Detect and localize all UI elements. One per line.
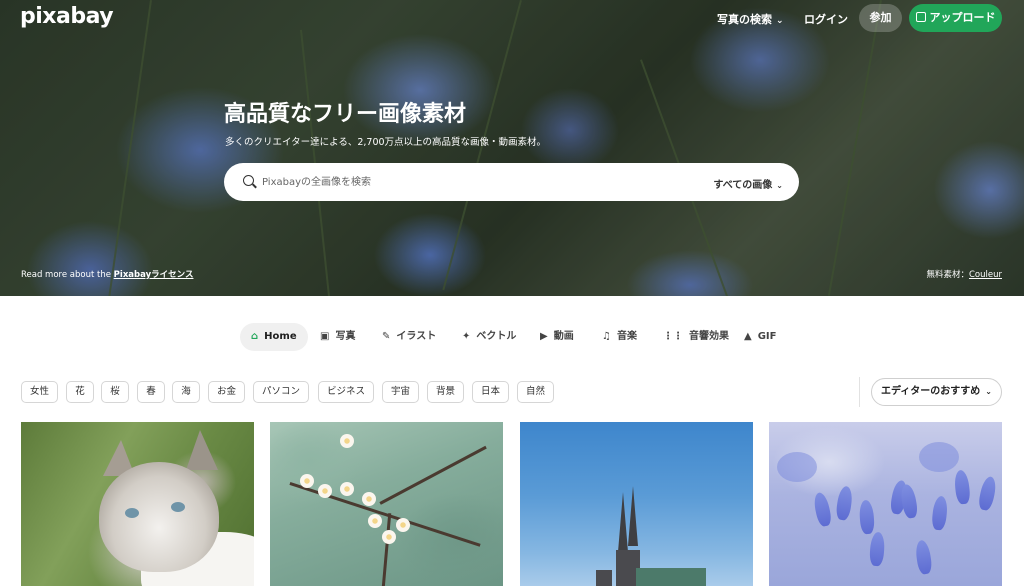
credit-prefix: 無料素材：	[926, 270, 969, 280]
explore-menu[interactable]: 写真の検索 ⌄	[717, 11, 784, 27]
search-bar: すべての画像⌄	[224, 163, 799, 201]
license-link[interactable]: Pixabayライセンス	[114, 270, 194, 280]
tab-sound-effects[interactable]: ⋮⋮ 音響効果	[663, 323, 729, 351]
tag-chip[interactable]: 日本	[472, 381, 509, 403]
tag-chip[interactable]: ビジネス	[318, 381, 374, 403]
hero-banner: pixabay 写真の検索 ⌄ ログイン 参加 アップロード 高品質なフリー画像素…	[0, 0, 1024, 296]
sort-dropdown[interactable]: エディターのおすすめ ⌄	[871, 378, 1002, 406]
chevron-down-icon: ⌄	[985, 387, 992, 396]
tag-chip[interactable]: お金	[208, 381, 245, 403]
explore-label: 写真の検索	[717, 13, 772, 26]
tag-chip[interactable]: 桜	[101, 381, 129, 403]
search-scope-dropdown[interactable]: すべての画像 ⌄	[713, 176, 783, 191]
tag-chip[interactable]: パソコン	[253, 381, 309, 403]
tab-videos[interactable]: ▶ 動画	[540, 323, 574, 351]
camera-icon: ▣	[320, 331, 330, 342]
search-icon	[243, 175, 254, 186]
upload-label: アップロード	[929, 11, 996, 24]
image-card-blossom[interactable]	[270, 422, 503, 586]
credit-author-link[interactable]: Couleur	[969, 270, 1002, 280]
tag-chip[interactable]: 宇宙	[382, 381, 419, 403]
tab-music[interactable]: ♫ 音楽	[602, 323, 637, 351]
hero-subtitle: 多くのクリエイター達による、2,700万点以上の高品質な画像・動画素材。	[225, 137, 547, 148]
tag-chip[interactable]: 春	[137, 381, 165, 403]
divider	[859, 377, 860, 407]
image-card-cathedral[interactable]	[520, 422, 753, 586]
chevron-down-icon: ⌄	[776, 181, 783, 190]
video-camera-icon: ▶	[540, 331, 548, 342]
image-card-cat[interactable]	[21, 422, 254, 586]
tab-label: 音楽	[616, 331, 637, 342]
search-input[interactable]	[262, 172, 682, 192]
tab-label: ベクトル	[476, 331, 517, 342]
tab-illustrations[interactable]: ✎ イラスト	[382, 323, 436, 351]
tab-photos[interactable]: ▣ 写真	[320, 323, 355, 351]
tag-chip[interactable]: 海	[172, 381, 200, 403]
music-note-icon: ♫	[602, 331, 611, 342]
sort-label: エディターのおすすめ	[880, 386, 981, 397]
tab-label: イラスト	[396, 331, 437, 342]
search-scope-label: すべての画像	[713, 180, 773, 191]
tab-home[interactable]: ⌂ Home	[240, 323, 308, 351]
tag-chip[interactable]: 背景	[427, 381, 464, 403]
pixabay-logo[interactable]: pixabay	[20, 4, 114, 29]
flame-icon: ▲	[744, 331, 752, 342]
tab-label: Home	[264, 331, 297, 342]
tag-chip[interactable]: 女性	[21, 381, 58, 403]
page-title: 高品質なフリー画像素材	[224, 102, 467, 127]
upload-button[interactable]: アップロード	[909, 4, 1002, 32]
license-note: Read more about the Pixabayライセンス	[21, 268, 193, 280]
tab-label: 写真	[335, 331, 356, 342]
tag-chip[interactable]: 自然	[517, 381, 554, 403]
top-navigation: pixabay 写真の検索 ⌄ ログイン 参加 アップロード	[0, 0, 1024, 36]
tag-chip[interactable]: 花	[66, 381, 94, 403]
login-link[interactable]: ログイン	[804, 11, 848, 27]
pen-nib-icon: ✦	[462, 331, 471, 342]
tab-label: GIF	[757, 331, 777, 342]
tab-vectors[interactable]: ✦ ベクトル	[462, 323, 516, 351]
tab-gif[interactable]: ▲ GIF	[744, 323, 776, 351]
image-card-crocus[interactable]	[769, 422, 1002, 586]
tab-label: 音響効果	[689, 331, 729, 342]
license-prefix: Read more about the	[21, 270, 114, 280]
tab-label: 動画	[553, 331, 574, 342]
upload-icon	[915, 12, 926, 22]
chevron-down-icon: ⌄	[776, 16, 784, 26]
home-icon: ⌂	[251, 331, 259, 342]
join-button[interactable]: 参加	[859, 4, 902, 32]
brush-icon: ✎	[382, 331, 391, 342]
waveform-icon: ⋮⋮	[663, 331, 683, 342]
image-credit: 無料素材：Couleur	[926, 268, 1002, 280]
